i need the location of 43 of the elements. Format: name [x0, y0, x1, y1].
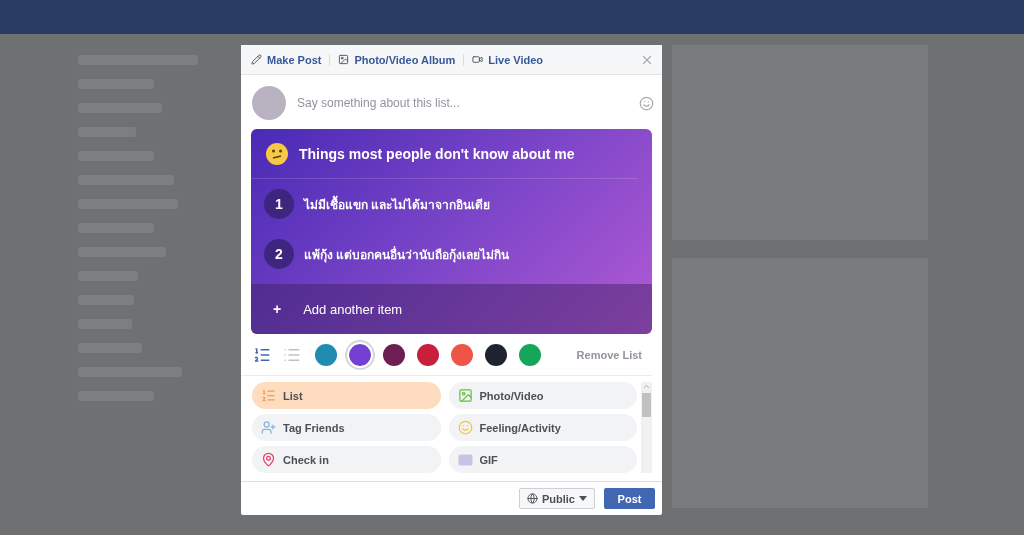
add-item-row[interactable]: + Add another item — [251, 284, 652, 334]
composer-option[interactable]: Tag Friends — [252, 414, 441, 441]
color-swatch[interactable] — [417, 343, 439, 366]
color-swatch[interactable] — [383, 343, 405, 366]
item-number: 2 — [264, 239, 294, 269]
plus-sign: + — [273, 301, 282, 317]
tab-icon — [338, 54, 350, 65]
list-item-text[interactable]: แพ้กุ้ง แต่บอกคนอื่นว่านับถือกุ้งเลยไม่กิน — [304, 244, 510, 264]
gif-icon — [457, 453, 473, 466]
item-number: 1 — [264, 189, 294, 219]
composer-tab[interactable]: Make Post — [249, 53, 330, 66]
smiley-icon — [457, 420, 473, 435]
audience-dropdown[interactable]: Public — [519, 488, 595, 509]
scrollbar[interactable] — [641, 382, 652, 473]
numbered-list-button[interactable] — [253, 345, 271, 364]
composer-option[interactable]: Check in — [252, 446, 441, 473]
composer-option[interactable]: List — [252, 382, 441, 409]
composer-tab[interactable]: Photo/Video Album — [329, 53, 464, 66]
composer-option[interactable]: GIF — [448, 446, 637, 473]
tab-icon — [472, 54, 484, 65]
emoji-icon[interactable] — [639, 95, 654, 111]
globe-icon — [527, 493, 538, 504]
tab-icon — [251, 54, 262, 65]
caret-icon — [579, 496, 587, 501]
person-icon — [261, 420, 276, 435]
location-pin-icon — [261, 452, 276, 467]
thinking-face-icon — [265, 142, 289, 166]
color-swatch[interactable] — [349, 343, 371, 366]
list-title: Things most people don't know about me — [299, 146, 575, 162]
color-swatch[interactable] — [315, 343, 337, 366]
scrollbar-thumb[interactable] — [642, 393, 651, 417]
add-item-label: Add another item — [303, 301, 403, 317]
list-item-text[interactable]: ไม่มีเชื้อแขก และไม่ได้มาจากอินเดีย — [304, 194, 491, 214]
post-button[interactable]: Post — [604, 488, 655, 509]
color-swatch[interactable] — [485, 343, 507, 366]
list-icon — [261, 388, 276, 403]
composer-option[interactable]: Feeling/Activity — [448, 414, 637, 441]
avatar — [252, 86, 286, 120]
color-swatch[interactable] — [451, 343, 473, 366]
image-icon — [457, 388, 473, 403]
composer-option[interactable]: Photo/Video — [448, 382, 637, 409]
color-swatch[interactable] — [519, 343, 541, 366]
composer-tab[interactable]: Live Video — [463, 53, 552, 66]
